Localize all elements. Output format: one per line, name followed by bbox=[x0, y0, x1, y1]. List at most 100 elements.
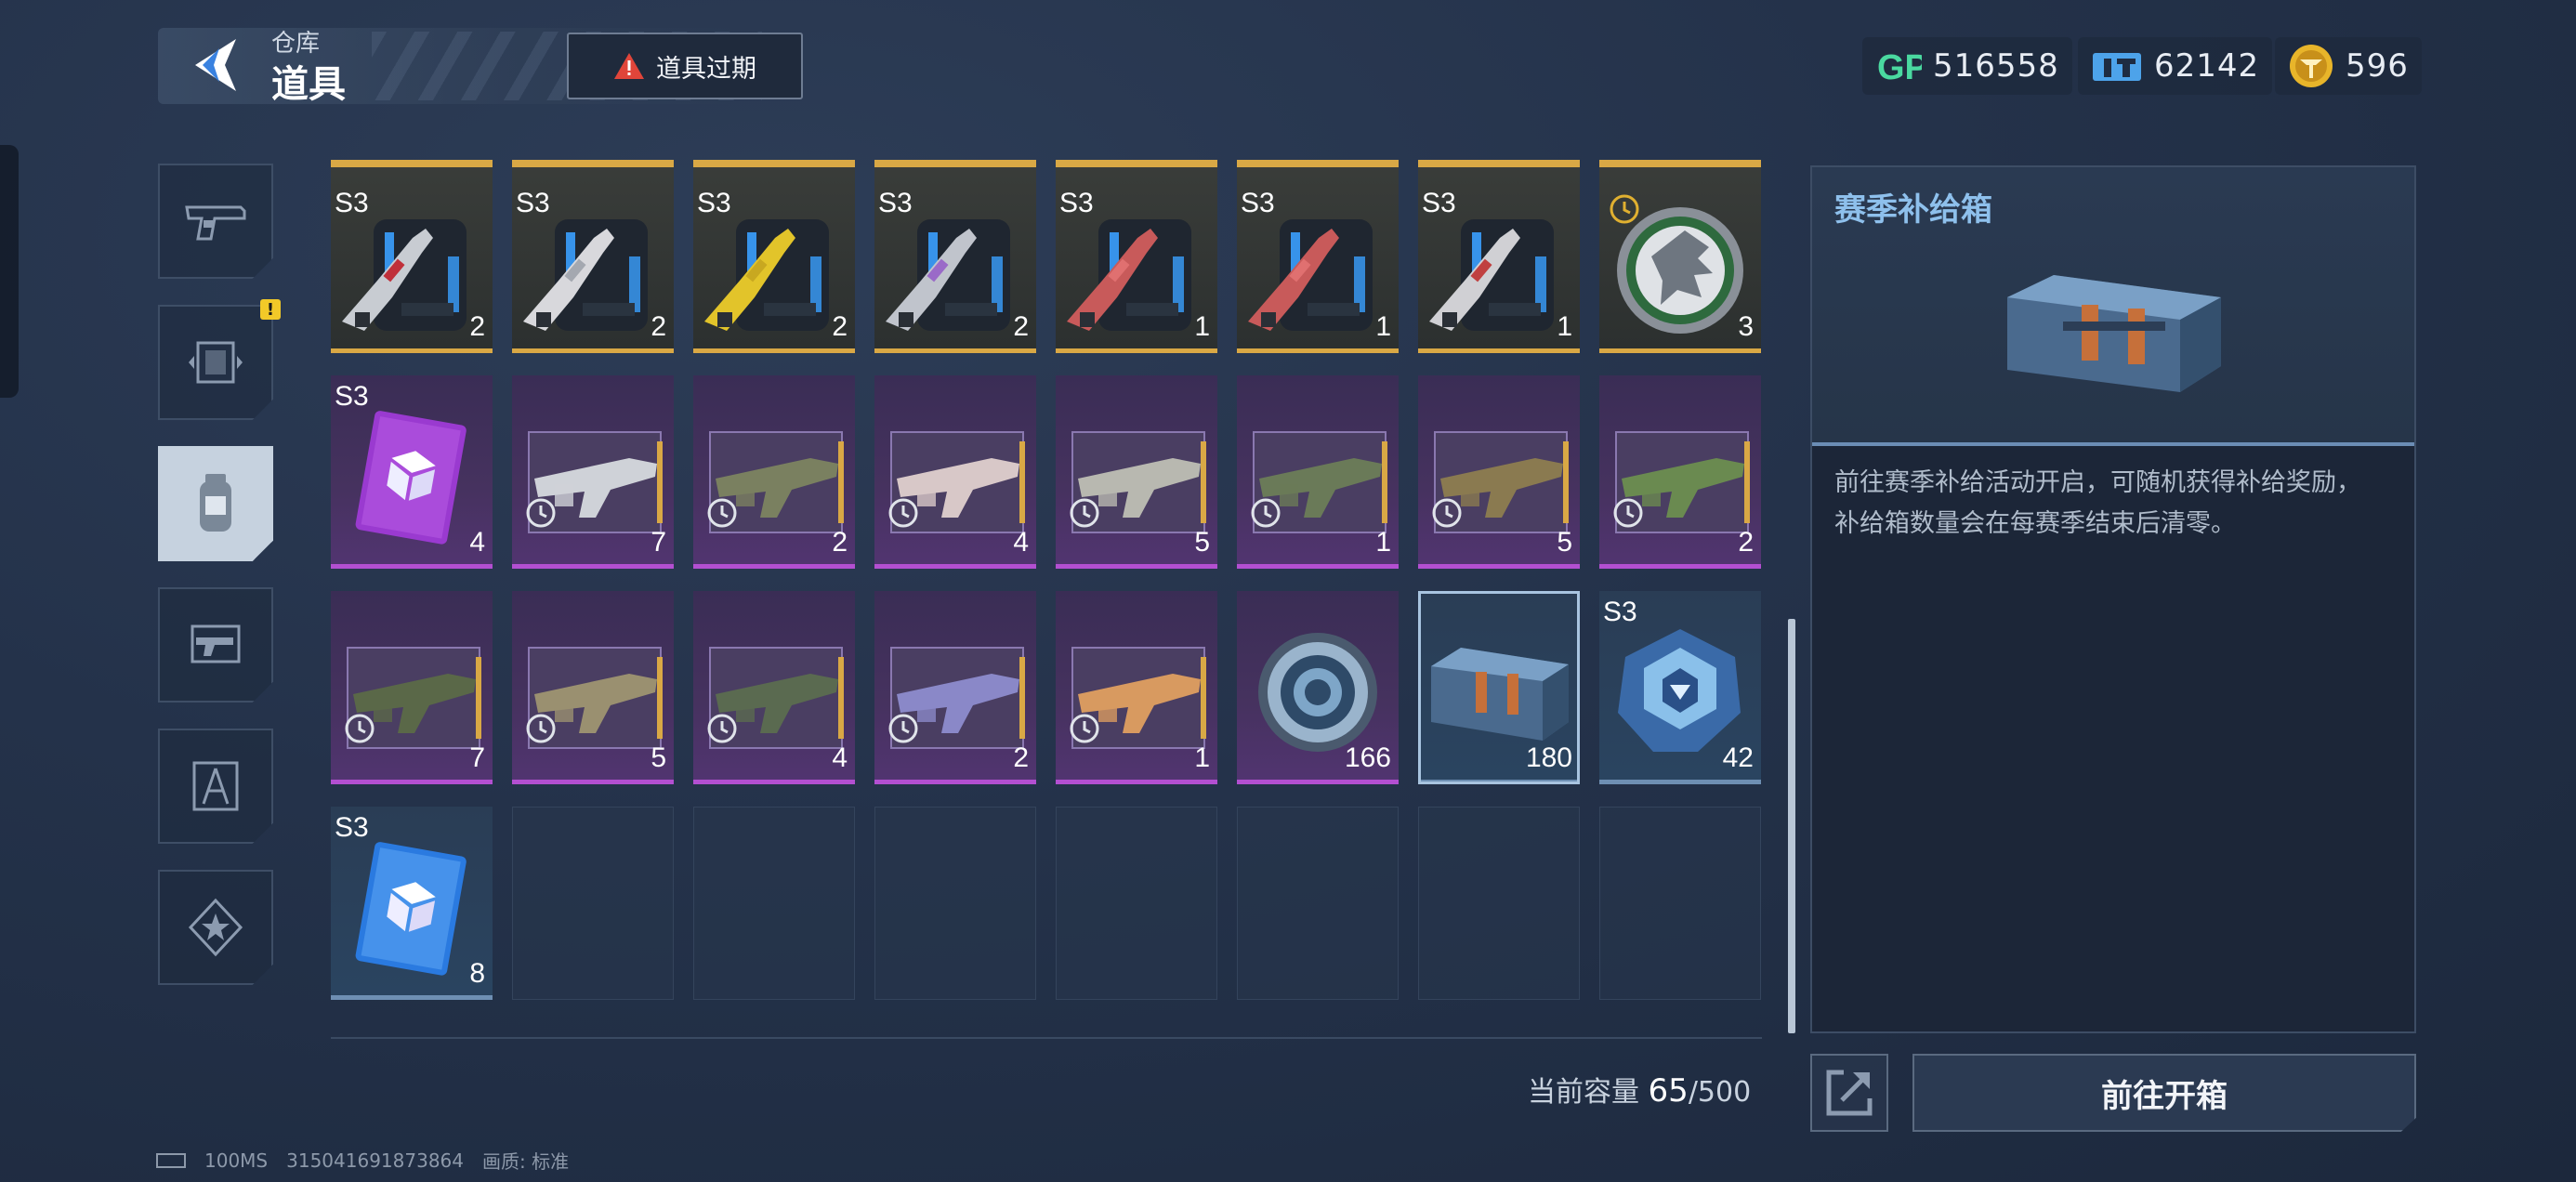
item-quantity: 5 bbox=[1194, 527, 1210, 558]
back-button[interactable] bbox=[182, 35, 249, 95]
gp-icon: GP bbox=[1877, 48, 1922, 86]
item-quantity: 3 bbox=[1738, 311, 1754, 342]
weapon-crate-icon bbox=[1067, 219, 1191, 331]
battery-icon bbox=[156, 1152, 186, 1168]
item-quantity: 2 bbox=[832, 527, 848, 558]
time-limited-icon bbox=[1251, 498, 1281, 528]
item-slot[interactable]: S3 2 bbox=[512, 160, 674, 353]
season-tag: S3 bbox=[335, 188, 369, 218]
item-quantity: 2 bbox=[1738, 527, 1754, 558]
side-tab-items[interactable] bbox=[158, 446, 273, 561]
item-slot[interactable]: 2 bbox=[693, 375, 855, 569]
item-slot[interactable]: 1 bbox=[1056, 591, 1217, 784]
item-slot[interactable]: S3 2 bbox=[693, 160, 855, 353]
season-tag: S3 bbox=[1603, 597, 1637, 627]
currency-coin[interactable]: 596 bbox=[2275, 37, 2422, 95]
capacity-max: /500 bbox=[1688, 1076, 1752, 1109]
item-slot[interactable]: 4 bbox=[874, 375, 1036, 569]
side-tab-blueprint[interactable] bbox=[158, 729, 273, 844]
pistol-icon bbox=[185, 205, 246, 241]
item-slot[interactable]: S3 8 bbox=[331, 807, 493, 1000]
item-quantity: 1 bbox=[1194, 311, 1210, 342]
item-slot[interactable]: S3 1 bbox=[1418, 160, 1580, 353]
currency-gp[interactable]: GP 516558 bbox=[1862, 37, 2072, 95]
back-arrow-icon bbox=[195, 39, 236, 91]
time-limited-icon bbox=[526, 714, 556, 743]
season-tag: S3 bbox=[697, 188, 731, 218]
left-edge-handle bbox=[0, 145, 19, 398]
go-open-box-button[interactable]: 前往开箱 bbox=[1912, 1054, 2416, 1132]
grid-bottom-line bbox=[331, 1037, 1762, 1039]
item-slot[interactable]: 7 bbox=[512, 375, 674, 569]
item-slot[interactable]: 166 bbox=[1237, 591, 1399, 784]
item-slot[interactable]: 3 bbox=[1599, 160, 1761, 353]
item-slot[interactable]: S3 4 bbox=[331, 375, 493, 569]
item-detail-panel: 赛季补给箱 前往赛季补给活动开启，可随机获得补给奖励， 补给箱数量会在每赛季结束… bbox=[1810, 165, 2416, 1033]
frame-icon bbox=[189, 341, 243, 384]
empty-slot bbox=[1056, 807, 1217, 1000]
item-slot[interactable]: 180 bbox=[1418, 591, 1580, 784]
side-tab-star[interactable] bbox=[158, 870, 273, 985]
item-expire-button[interactable]: 道具过期 bbox=[567, 33, 803, 99]
time-limited-icon bbox=[1070, 714, 1099, 743]
item-quantity: 7 bbox=[651, 527, 666, 558]
item-quantity: 8 bbox=[469, 958, 485, 989]
time-limited-icon bbox=[707, 498, 737, 528]
side-tab-gun-skin[interactable] bbox=[158, 587, 273, 703]
item-slot[interactable]: 7 bbox=[331, 591, 493, 784]
item-slot[interactable]: 4 bbox=[693, 591, 855, 784]
item-slot[interactable]: 2 bbox=[1599, 375, 1761, 569]
item-slot[interactable]: S3 1 bbox=[1237, 160, 1399, 353]
item-slot[interactable]: 1 bbox=[1237, 375, 1399, 569]
gun-card-icon bbox=[191, 624, 241, 663]
empty-slot bbox=[1599, 807, 1761, 1000]
item-slot[interactable]: 5 bbox=[1418, 375, 1580, 569]
item-slot[interactable]: 5 bbox=[1056, 375, 1217, 569]
item-grid: S3 2 S3 2 S3 2 S3 2 S3 1 S3 1 S3 1 3 S3 … bbox=[331, 160, 1761, 1000]
gp-value: 516558 bbox=[1933, 47, 2059, 85]
item-quantity: 5 bbox=[651, 742, 666, 773]
supply-card-purple-icon bbox=[355, 411, 467, 545]
item-quantity: 1 bbox=[1375, 527, 1391, 558]
time-limited-icon bbox=[1070, 498, 1099, 528]
side-tab-frame[interactable] bbox=[158, 305, 273, 420]
time-limited-icon bbox=[888, 498, 918, 528]
coin-value: 596 bbox=[2346, 47, 2409, 85]
detail-preview: 赛季补给箱 bbox=[1812, 167, 2414, 446]
empty-slot bbox=[1418, 807, 1580, 1000]
svg-text:GP: GP bbox=[1877, 48, 1922, 86]
side-tab-pistol[interactable] bbox=[158, 164, 273, 279]
weapon-crate-icon bbox=[1248, 219, 1373, 331]
item-slot[interactable]: 5 bbox=[512, 591, 674, 784]
currency-ticket[interactable]: 62142 bbox=[2078, 37, 2273, 95]
quality-text: 画质: 标准 bbox=[482, 1150, 570, 1173]
detail-description: 前往赛季补给活动开启，可随机获得补给奖励， 补给箱数量会在每赛季结束后清零。 bbox=[1834, 463, 2401, 545]
share-icon bbox=[1826, 1070, 1873, 1116]
ping-text: 100MS bbox=[204, 1149, 269, 1172]
season-tag: S3 bbox=[335, 381, 369, 412]
item-quantity: 2 bbox=[1013, 311, 1029, 342]
item-slot[interactable]: S3 2 bbox=[874, 160, 1036, 353]
item-slot[interactable]: 2 bbox=[874, 591, 1036, 784]
season-tag: S3 bbox=[335, 812, 369, 843]
supply-card-blue-icon bbox=[355, 842, 467, 976]
item-slot[interactable]: S3 2 bbox=[331, 160, 493, 353]
time-limited-icon bbox=[1610, 194, 1639, 224]
share-button[interactable] bbox=[1810, 1054, 1888, 1132]
ticket-value: 62142 bbox=[2154, 47, 2260, 85]
scrollbar[interactable] bbox=[1788, 619, 1795, 1033]
supply-box-icon bbox=[1431, 648, 1569, 741]
time-limited-icon bbox=[526, 498, 556, 528]
item-slot[interactable]: S3 1 bbox=[1056, 160, 1217, 353]
item-quantity: 4 bbox=[1013, 527, 1029, 558]
capacity-label: 当前容量 bbox=[1528, 1076, 1639, 1109]
weapon-crate-icon bbox=[704, 219, 829, 331]
item-quantity: 5 bbox=[1557, 527, 1572, 558]
item-quantity: 4 bbox=[469, 527, 485, 558]
weapon-crate-icon bbox=[523, 219, 648, 331]
time-limited-icon bbox=[707, 714, 737, 743]
compass-icon bbox=[192, 761, 239, 811]
item-slot[interactable]: S3 42 bbox=[1599, 591, 1761, 784]
uid-text: 315041691873864 bbox=[286, 1149, 464, 1172]
season-tag: S3 bbox=[878, 188, 913, 218]
